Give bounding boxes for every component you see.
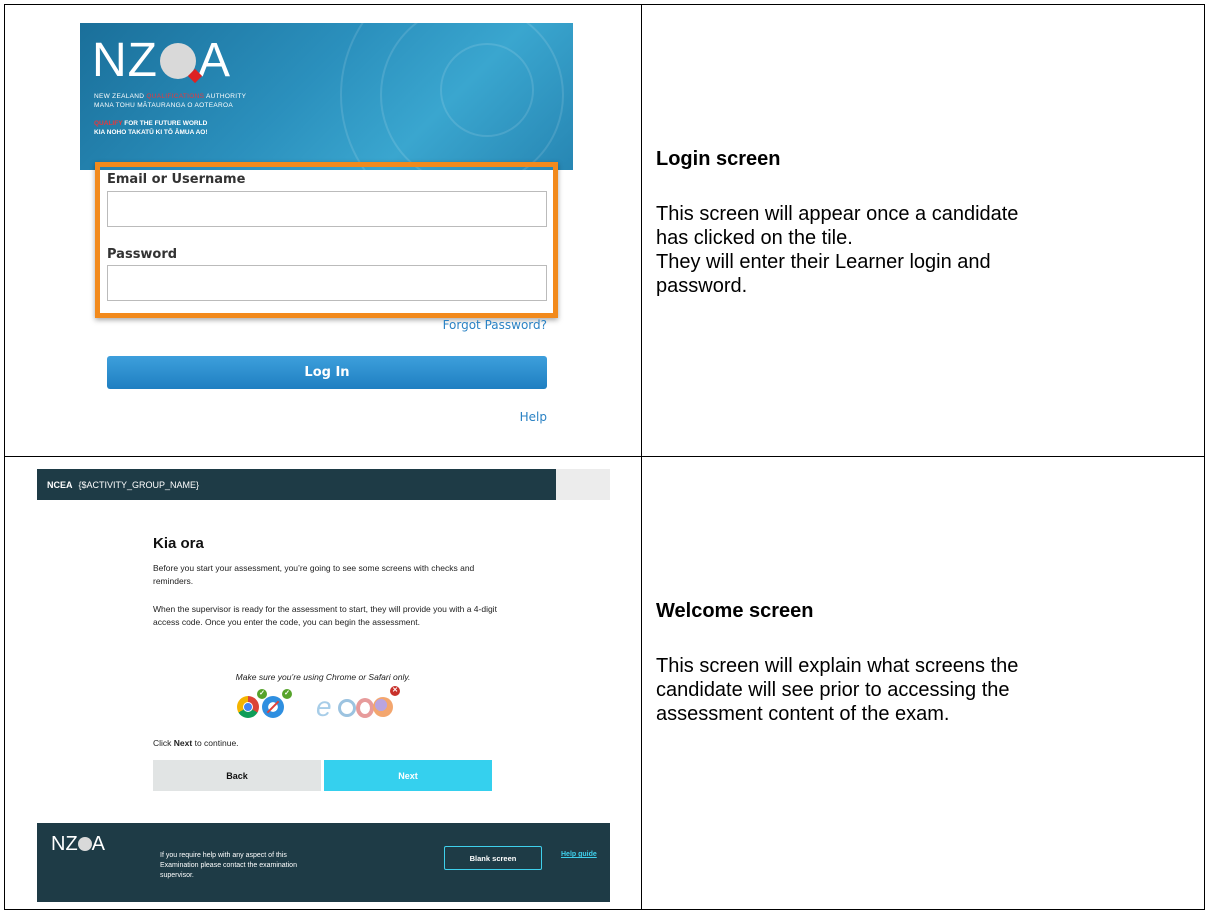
continue-instruction: Click Next to continue.	[153, 738, 239, 748]
firefox-icon	[373, 697, 393, 717]
column-divider	[641, 5, 642, 909]
opera-icon	[356, 698, 374, 718]
help-link[interactable]: Help	[520, 410, 547, 424]
welcome-screen-description: This screen will explain what screens th…	[656, 655, 1019, 725]
footer-nzqa-logo: NZ A	[51, 833, 106, 855]
chrome-icon	[237, 696, 259, 718]
email-field[interactable]	[107, 191, 547, 227]
q-logo-icon	[159, 43, 196, 79]
help-guide-link[interactable]: Help guide	[561, 851, 597, 858]
nzqa-banner: NZ A NEW ZEALAND QUALIFICATIONS AUTHORITY…	[80, 23, 573, 170]
login-screen-title: Login screen	[656, 148, 781, 170]
safari-check-icon: ✓	[282, 689, 292, 699]
activity-group-name: {$ACTIVITY_GROUP_NAME}	[78, 479, 200, 490]
email-label: Email or Username	[107, 172, 246, 187]
ie-icon	[338, 699, 356, 717]
nzqa-logo: NZ A	[92, 34, 231, 87]
next-button[interactable]: Next	[324, 760, 492, 791]
password-field[interactable]	[107, 265, 547, 301]
access-code-paragraph: When the supervisor is ready for the ass…	[153, 604, 497, 627]
back-button[interactable]: Back	[153, 760, 321, 791]
org-name: NEW ZEALAND QUALIFICATIONS AUTHORITY MAN…	[94, 93, 247, 109]
footer-q-logo-icon	[77, 837, 92, 851]
intro-paragraph: Before you start your assessment, you’re…	[153, 563, 475, 586]
blank-screen-button[interactable]: Blank screen	[444, 846, 542, 870]
footer-help-text: If you require help with any aspect of t…	[160, 852, 297, 879]
login-screen-description: This screen will appear once a candidate…	[656, 203, 1019, 297]
edge-icon: e	[316, 691, 332, 722]
browser-note: Make sure you’re using Chrome or Safari …	[235, 672, 411, 682]
password-label: Password	[107, 247, 178, 262]
nzqa-footer: NZ A If you require help with any aspect …	[37, 823, 610, 902]
ncea-header-bar: NCEA {$ACTIVITY_GROUP_NAME}	[37, 469, 556, 500]
tagline: QUALIFY FOR THE FUTURE WORLD KIA NOHO TA…	[94, 120, 208, 136]
forgot-password-link[interactable]: Forgot Password?	[443, 318, 547, 332]
unsupported-x-icon: ✕	[390, 686, 400, 696]
row-divider	[5, 456, 1204, 457]
header-side-panel	[556, 469, 610, 500]
ncea-brand: NCEA	[47, 479, 73, 490]
safari-icon	[262, 696, 284, 718]
login-button[interactable]: Log In	[107, 356, 547, 389]
welcome-heading: Kia ora	[153, 535, 204, 552]
welcome-screen-title: Welcome screen	[656, 600, 814, 622]
